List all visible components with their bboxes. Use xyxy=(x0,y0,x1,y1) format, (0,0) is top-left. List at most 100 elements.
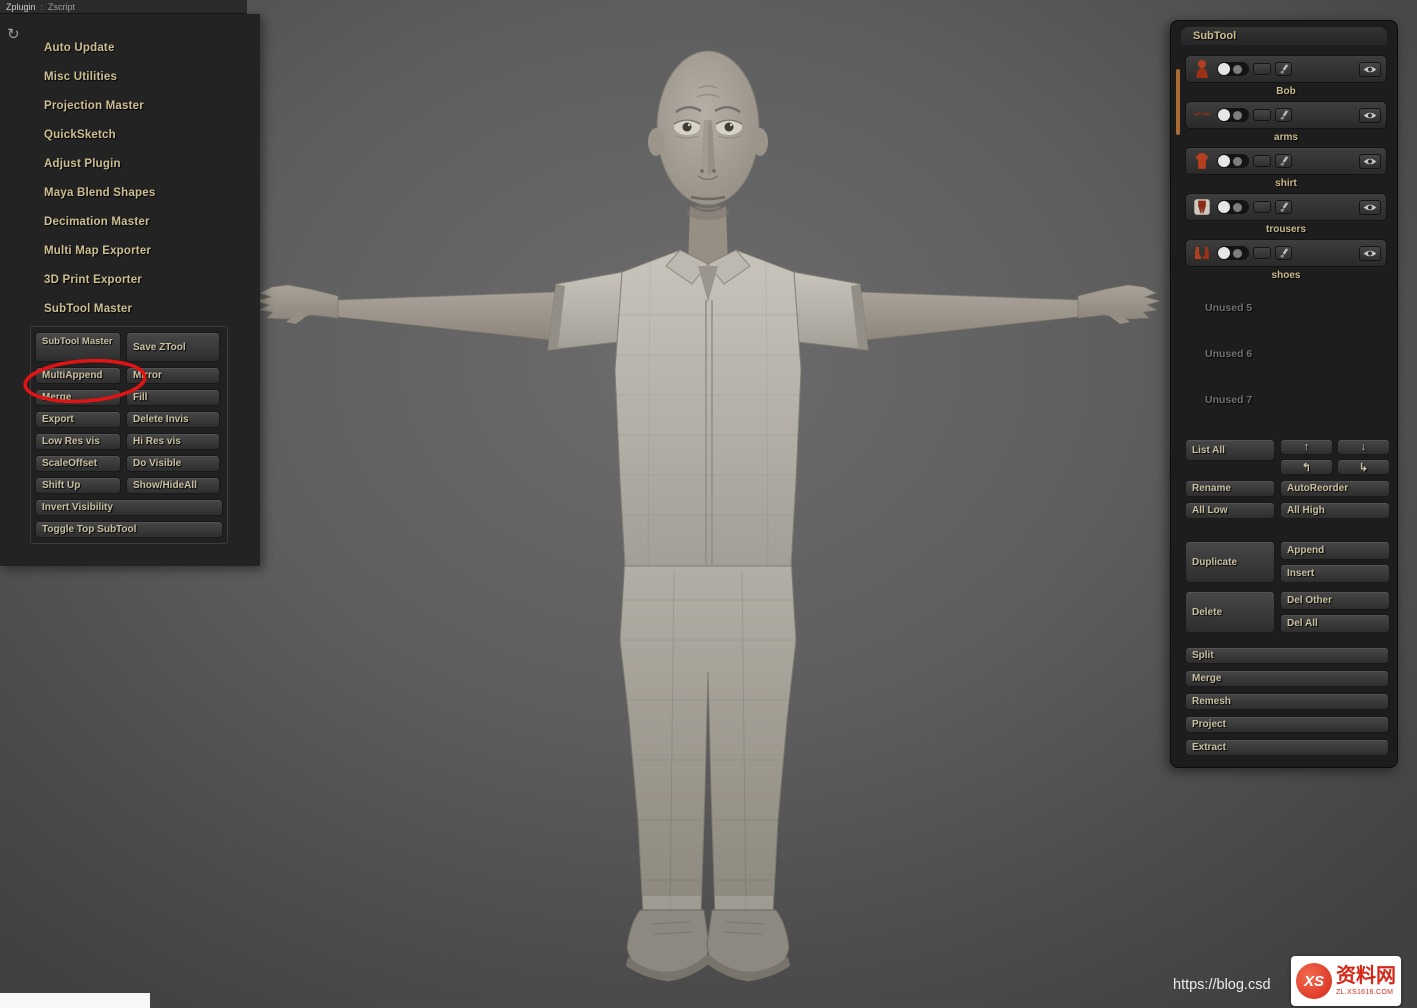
menu-item-adjust-plugin[interactable]: Adjust Plugin xyxy=(0,149,260,178)
move-top-arrow-icon[interactable]: ↰ xyxy=(1280,459,1333,475)
subtool-slot-unused-6[interactable]: Unused 6 xyxy=(1185,331,1387,377)
subtool-name-shirt: shirt xyxy=(1185,175,1387,193)
menubar-separator: : xyxy=(41,2,44,12)
paint-brush-icon[interactable] xyxy=(1275,200,1292,214)
uv-toggle[interactable] xyxy=(1253,247,1271,259)
del-all-button[interactable]: Del All xyxy=(1280,614,1390,633)
subtool-slot-unused-5[interactable]: Unused 5 xyxy=(1185,285,1387,331)
subtool-master-submenu: SubTool Master Save ZTool MultiAppend Mi… xyxy=(30,326,228,544)
menu-item-decimation-master[interactable]: Decimation Master xyxy=(0,207,260,236)
split-button[interactable]: Split xyxy=(1185,647,1389,664)
show-hideall-button[interactable]: Show/HideAll xyxy=(126,477,220,494)
subtool-master-button[interactable]: SubTool Master xyxy=(35,332,121,362)
visibility-toggle-icon[interactable] xyxy=(1217,246,1249,260)
subtool-panel: SubTool Bob arms xyxy=(1170,20,1398,768)
project-button[interactable]: Project xyxy=(1185,716,1389,733)
eye-icon[interactable] xyxy=(1359,108,1381,123)
autoreorder-button[interactable]: AutoReorder xyxy=(1280,480,1390,497)
visibility-toggle-icon[interactable] xyxy=(1217,108,1249,122)
append-button[interactable]: Append xyxy=(1280,541,1390,560)
delete-button[interactable]: Delete xyxy=(1185,591,1275,633)
do-visible-button[interactable]: Do Visible xyxy=(126,455,220,472)
menu-item-subtool-master[interactable]: SubTool Master xyxy=(0,294,260,323)
paint-brush-icon[interactable] xyxy=(1275,62,1292,76)
low-res-vis-button[interactable]: Low Res vis xyxy=(35,433,121,450)
menu-item-quicksketch[interactable]: QuickSketch xyxy=(0,120,260,149)
subtool-row-shirt[interactable] xyxy=(1185,147,1387,175)
eye-icon[interactable] xyxy=(1359,246,1381,261)
subtool-panel-title[interactable]: SubTool xyxy=(1181,27,1387,45)
menu-item-3d-print-exporter[interactable]: 3D Print Exporter xyxy=(0,265,260,294)
subtool-thumb-shoes-icon xyxy=(1191,242,1213,264)
watermark-logo: XS 资料网 ZL.XS1616.COM xyxy=(1291,956,1401,1006)
refresh-icon[interactable]: ↻ xyxy=(7,27,20,42)
scrollbar-thumb[interactable] xyxy=(1176,69,1180,135)
paint-brush-icon[interactable] xyxy=(1275,246,1292,260)
logo-name: 资料网 xyxy=(1336,966,1396,986)
reorder-arrow-pad: ↑ ↓ ↰ ↳ xyxy=(1280,439,1390,475)
mirror-button[interactable]: Mirror xyxy=(126,367,220,384)
menu-item-maya-blend-shapes[interactable]: Maya Blend Shapes xyxy=(0,178,260,207)
uv-toggle[interactable] xyxy=(1253,63,1271,75)
export-button[interactable]: Export xyxy=(35,411,121,428)
del-other-button[interactable]: Del Other xyxy=(1280,591,1390,610)
page-edge-strip xyxy=(0,993,150,1008)
subtool-name-arms: arms xyxy=(1185,129,1387,147)
all-high-button[interactable]: All High xyxy=(1280,502,1390,519)
subtool-row-bob[interactable] xyxy=(1185,55,1387,83)
move-down-arrow-icon[interactable]: ↓ xyxy=(1337,439,1390,455)
paint-brush-icon[interactable] xyxy=(1275,154,1292,168)
invert-visibility-button[interactable]: Invert Visibility xyxy=(35,499,223,516)
menu-item-auto-update[interactable]: Auto Update xyxy=(0,33,260,62)
model-right-arm xyxy=(860,285,1160,340)
watermark-url: https://blog.csd xyxy=(1173,977,1271,993)
remesh-button[interactable]: Remesh xyxy=(1185,693,1389,710)
subtool-row-arms[interactable] xyxy=(1185,101,1387,129)
menu-item-projection-master[interactable]: Projection Master xyxy=(0,91,260,120)
model-trousers xyxy=(620,558,796,912)
rename-button[interactable]: Rename xyxy=(1185,480,1275,497)
subtool-thumb-shirt-icon xyxy=(1191,150,1213,172)
uv-toggle[interactable] xyxy=(1253,109,1271,121)
uv-toggle[interactable] xyxy=(1253,201,1271,213)
save-ztool-button[interactable]: Save ZTool xyxy=(126,332,220,362)
fill-button[interactable]: Fill xyxy=(126,389,220,406)
toggle-top-subtool-button[interactable]: Toggle Top SubTool xyxy=(35,521,223,538)
menu-item-misc-utilities[interactable]: Misc Utilities xyxy=(0,62,260,91)
move-up-arrow-icon[interactable]: ↑ xyxy=(1280,439,1333,455)
move-bottom-arrow-icon[interactable]: ↳ xyxy=(1337,459,1390,475)
insert-button[interactable]: Insert xyxy=(1280,564,1390,583)
merge-subtool-button[interactable]: Merge xyxy=(35,389,121,406)
subtool-slot-unused-7[interactable]: Unused 7 xyxy=(1185,377,1387,423)
paint-brush-icon[interactable] xyxy=(1275,108,1292,122)
eye-icon[interactable] xyxy=(1359,200,1381,215)
eye-icon[interactable] xyxy=(1359,62,1381,77)
subtool-thumb-bob-icon xyxy=(1191,58,1213,80)
visibility-toggle-icon[interactable] xyxy=(1217,200,1249,214)
eye-icon[interactable] xyxy=(1359,154,1381,169)
tab-zplugin[interactable]: Zplugin xyxy=(6,2,36,12)
list-all-button[interactable]: List All xyxy=(1185,439,1275,461)
all-low-button[interactable]: All Low xyxy=(1185,502,1275,519)
scaleoffset-button[interactable]: ScaleOffset xyxy=(35,455,121,472)
subtool-thumb-arms-icon xyxy=(1191,104,1213,126)
duplicate-button[interactable]: Duplicate xyxy=(1185,541,1275,583)
menu-item-multi-map-exporter[interactable]: Multi Map Exporter xyxy=(0,236,260,265)
delete-invis-button[interactable]: Delete Invis xyxy=(126,411,220,428)
model-left-arm xyxy=(256,285,556,340)
uv-toggle[interactable] xyxy=(1253,155,1271,167)
visibility-toggle-icon[interactable] xyxy=(1217,154,1249,168)
logo-xs-icon: XS xyxy=(1296,963,1332,999)
merge-button[interactable]: Merge xyxy=(1185,670,1389,687)
subtool-row-trousers[interactable] xyxy=(1185,193,1387,221)
extract-button[interactable]: Extract xyxy=(1185,739,1389,756)
zplugin-panel: ↻ Auto Update Misc Utilities Projection … xyxy=(0,14,260,566)
hi-res-vis-button[interactable]: Hi Res vis xyxy=(126,433,220,450)
shift-up-button[interactable]: Shift Up xyxy=(35,477,121,494)
del-other-all-stack: Del Other Del All xyxy=(1280,591,1390,633)
subtool-row-shoes[interactable] xyxy=(1185,239,1387,267)
append-insert-stack: Append Insert xyxy=(1280,541,1390,583)
multiappend-button[interactable]: MultiAppend xyxy=(35,367,121,384)
tab-zscript[interactable]: Zscript xyxy=(48,2,75,12)
visibility-toggle-icon[interactable] xyxy=(1217,62,1249,76)
